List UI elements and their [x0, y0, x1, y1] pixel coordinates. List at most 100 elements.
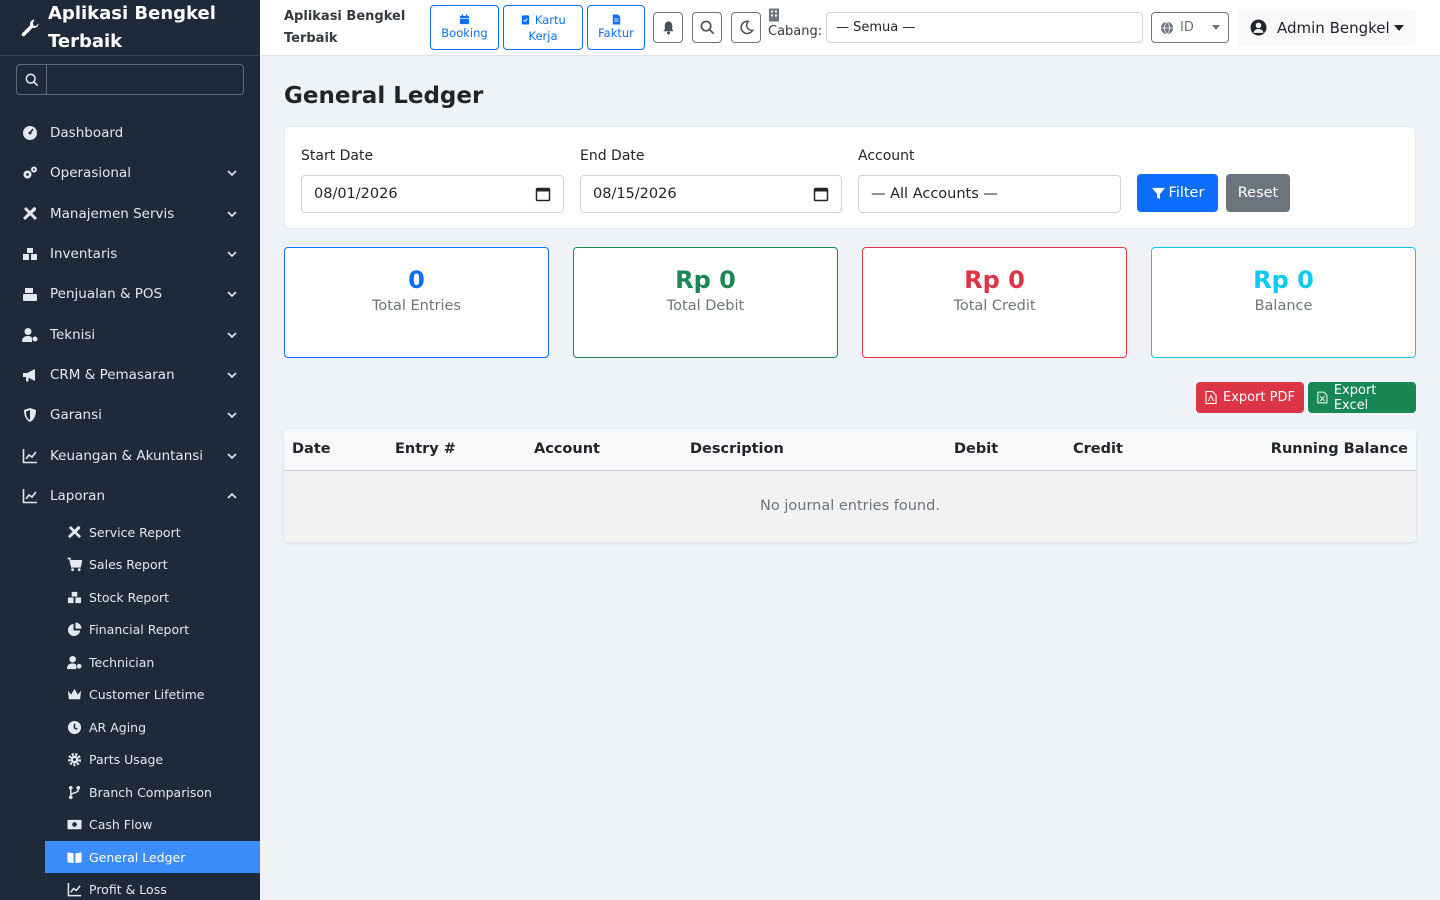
sidebar-item-garansi[interactable]: Garansi [0, 395, 260, 435]
account-select[interactable]: — All Accounts — [858, 175, 1121, 213]
faktur-button[interactable]: Faktur [587, 5, 645, 50]
sidebar-subitem-label: General Ledger [89, 849, 186, 865]
sidebar-item-label: CRM & Pemasaran [50, 366, 175, 383]
chevron-down-icon [227, 412, 237, 419]
col-account: Account [526, 429, 682, 471]
sidebar-subitem-technician[interactable]: Technician [0, 646, 260, 679]
sidebar-brand[interactable]: Aplikasi Bengkel Terbaik [0, 0, 260, 56]
sidebar-subitem-financial-report[interactable]: Financial Report [0, 613, 260, 646]
col-credit: Credit [1065, 429, 1205, 471]
user-menu[interactable]: Admin Bengkel [1238, 9, 1416, 46]
sidebar-subitem-ar-aging[interactable]: AR Aging [0, 711, 260, 744]
sidebar-subitem-stock-report[interactable]: Stock Report [0, 581, 260, 614]
branch-label-text: Cabang: [768, 24, 823, 39]
stat-total-entries: 0 Total Entries [284, 247, 549, 358]
booking-label: Booking [441, 26, 488, 40]
sidebar-subitem-label: Service Report [89, 524, 181, 540]
language-select[interactable]: ID [1151, 12, 1229, 43]
search-icon [25, 73, 38, 86]
tools-icon [67, 525, 82, 538]
end-date-input[interactable]: 08/15/2026 [580, 175, 842, 213]
sidebar-item-teknisi[interactable]: Teknisi [0, 314, 260, 354]
sidebar-search-input[interactable] [47, 65, 243, 94]
kartu-kerja-text: Kartu Kerja [528, 12, 566, 43]
chart-line-icon [22, 488, 37, 504]
sidebar-subitem-parts-usage[interactable]: Parts Usage [0, 743, 260, 776]
sidebar-subitem-service-report[interactable]: Service Report [0, 516, 260, 549]
sidebar-search [16, 64, 244, 95]
calendar-icon [459, 14, 470, 25]
sidebar-subitem-label: Customer Lifetime [89, 687, 205, 703]
filter-card: Start Date 08/01/2026 End Date 08/15/202… [284, 126, 1416, 229]
notifications-button[interactable] [653, 12, 683, 43]
caret-down-icon [1212, 25, 1220, 30]
table-row: No journal entries found. [284, 470, 1416, 542]
sidebar-item-label: Keuangan & Akuntansi [50, 447, 204, 464]
chevron-down-icon [227, 170, 237, 177]
sidebar-subitem-profit-loss[interactable]: Profit & Loss [0, 873, 260, 900]
bell-icon [662, 21, 674, 35]
calendar-icon[interactable] [813, 186, 829, 202]
dashboard-icon [23, 126, 37, 141]
cash-register-icon [23, 288, 37, 302]
branch-icon [68, 785, 81, 799]
booking-button[interactable]: Booking [430, 5, 499, 50]
export-pdf-button[interactable]: Export PDF [1196, 382, 1305, 413]
sidebar-item-keuangan[interactable]: Keuangan & Akuntansi [0, 435, 260, 475]
wrench-icon [21, 19, 39, 36]
chart-line-icon [67, 883, 82, 897]
sidebar-item-laporan[interactable]: Laporan [0, 476, 260, 516]
sidebar-subitem-branch-comparison[interactable]: Branch Comparison [0, 776, 260, 809]
sidebar-item-manajemen-servis[interactable]: Manajemen Servis [0, 194, 260, 234]
end-date-group: End Date 08/15/2026 [580, 146, 842, 213]
col-entry: Entry # [387, 429, 526, 471]
export-actions: Export PDF Export Excel [284, 382, 1416, 413]
branch-select[interactable]: — Semua — [826, 12, 1143, 43]
sidebar-subitem-label: Technician [89, 654, 155, 670]
account-value: — All Accounts — [871, 186, 998, 202]
stat-total-debit: Rp 0 Total Debit [573, 247, 838, 358]
topbar-title: Aplikasi Bengkel Terbaik [284, 9, 406, 46]
ledger-table: Date Entry # Account Description Debit C… [284, 429, 1416, 542]
clipboard-check-icon [522, 14, 530, 25]
table-header-row: Date Entry # Account Description Debit C… [284, 429, 1416, 471]
export-pdf-label: Export PDF [1223, 390, 1296, 405]
sidebar-item-penjualan-pos[interactable]: Penjualan & POS [0, 274, 260, 314]
branch-label: Cabang: [768, 8, 822, 42]
search-button[interactable] [17, 65, 47, 94]
page-title: General Ledger [284, 83, 484, 109]
calendar-icon[interactable] [535, 186, 551, 202]
reset-button[interactable]: Reset [1226, 174, 1290, 212]
col-date: Date [284, 429, 387, 471]
sidebar-subitem-customer-lifetime[interactable]: Customer Lifetime [0, 678, 260, 711]
chevron-down-icon [227, 291, 237, 298]
start-date-input[interactable]: 08/01/2026 [301, 175, 564, 213]
chevron-down-icon [227, 452, 237, 459]
search-icon [700, 20, 714, 35]
filter-button-label: Filter [1168, 185, 1205, 201]
sidebar-subitem-sales-report[interactable]: Sales Report [0, 548, 260, 581]
sidebar-subitem-label: Parts Usage [89, 752, 164, 768]
export-excel-button[interactable]: Export Excel [1308, 382, 1416, 413]
file-invoice-icon [612, 14, 620, 25]
account-label: Account [858, 148, 915, 164]
theme-toggle-button[interactable] [731, 12, 761, 43]
start-date-group: Start Date 08/01/2026 [301, 146, 564, 213]
sidebar-item-dashboard[interactable]: Dashboard [0, 113, 260, 153]
search-button-top[interactable] [692, 12, 722, 43]
start-date-value: 08/01/2026 [314, 186, 398, 202]
stat-value: 0 [408, 266, 425, 294]
stat-value: Rp 0 [964, 266, 1025, 294]
kartu-kerja-button[interactable]: Kartu Kerja [503, 5, 583, 50]
filter-button[interactable]: Filter [1137, 174, 1218, 212]
empty-state-message: No journal entries found. [284, 470, 1416, 542]
sidebar-subitem-general-ledger[interactable]: General Ledger [45, 840, 260, 874]
shield-icon [24, 408, 36, 423]
sidebar-subitem-cash-flow[interactable]: Cash Flow [0, 808, 260, 841]
stat-value: Rp 0 [1253, 266, 1314, 294]
sidebar-item-operasional[interactable]: Operasional [0, 153, 260, 193]
sidebar-item-inventaris[interactable]: Inventaris [0, 234, 260, 274]
user-circle-icon [1250, 19, 1267, 36]
sidebar-item-crm[interactable]: CRM & Pemasaran [0, 355, 260, 395]
chart-line-icon [22, 448, 37, 463]
